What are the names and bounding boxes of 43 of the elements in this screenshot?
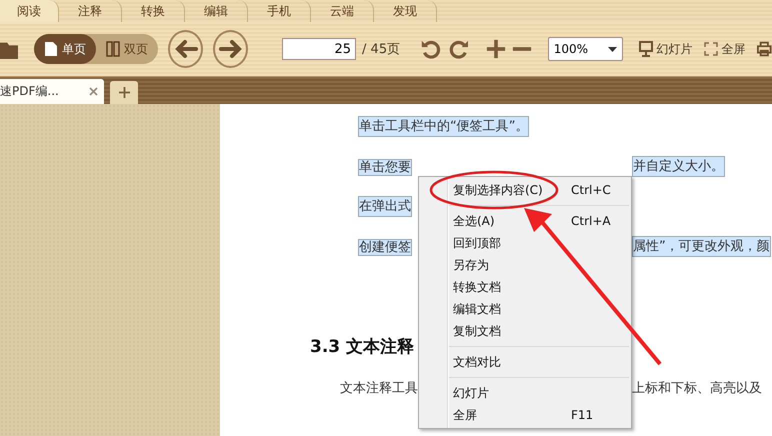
selected-text: 创建便签 xyxy=(358,239,412,256)
zoom-in-icon[interactable] xyxy=(486,38,506,60)
view-mode-button[interactable]: 单页 xyxy=(34,34,96,64)
document-tab[interactable]: 速PDF编... xyxy=(0,79,104,104)
page-icon xyxy=(44,41,58,57)
two-page-icon xyxy=(106,41,120,57)
forward-arrow-icon xyxy=(218,39,243,59)
next-page-button[interactable] xyxy=(213,30,248,68)
menu-item[interactable]: 全选(A) Ctrl+A xyxy=(419,210,631,232)
menu-item[interactable]: 回到顶部 xyxy=(419,232,631,254)
selected-text: 属性”，可更改外观，颜 xyxy=(632,236,771,257)
selected-text: 单击您要 xyxy=(358,159,412,176)
dropdown-caret-icon xyxy=(608,46,618,52)
menu-item[interactable]: 全屏 F11 xyxy=(419,404,631,426)
menu-item[interactable]: 另存为 xyxy=(419,254,631,276)
ribbon-tab[interactable]: 阅读 xyxy=(0,0,59,22)
print-icon[interactable] xyxy=(757,41,772,57)
expand-icon xyxy=(704,42,718,56)
slideshow-button[interactable]: 幻灯片 xyxy=(639,40,692,58)
body-text: 文本注释工具 xyxy=(340,380,418,397)
body-text: 上标和下标、高亮以及 xyxy=(632,380,762,397)
back-arrow-icon xyxy=(174,39,198,59)
menu-item[interactable]: 转换文档 xyxy=(419,276,631,298)
plus-icon xyxy=(118,87,130,98)
selected-text: 单击工具栏中的“便签工具”。 xyxy=(358,116,530,137)
new-tab-button[interactable] xyxy=(110,81,138,104)
projector-icon xyxy=(639,41,654,57)
zoom-out-icon[interactable] xyxy=(512,46,532,52)
section-heading: 3.3 文本注释 xyxy=(310,336,414,359)
menu-item[interactable]: 编辑文档 xyxy=(419,298,631,320)
selected-text: 在弹出式 xyxy=(358,196,412,217)
menu-item[interactable]: 复制文档 xyxy=(419,320,631,342)
menu-item[interactable]: 幻灯片 xyxy=(419,382,631,404)
close-icon[interactable] xyxy=(89,87,98,96)
menu-item[interactable]: 文档对比 xyxy=(419,351,631,373)
page-total: / 45页 xyxy=(362,41,400,58)
page-number-field[interactable]: 25 xyxy=(282,38,356,60)
zoom-select[interactable]: 100% xyxy=(548,37,624,61)
previous-page-button[interactable] xyxy=(168,30,204,68)
selected-text: 并自定义大小。 xyxy=(632,156,725,177)
view-mode-button[interactable]: 双页 xyxy=(96,34,158,64)
fullscreen-button[interactable]: 全屏 xyxy=(704,40,746,58)
menu-item[interactable]: 复制选择内容(C) Ctrl+C xyxy=(419,179,631,201)
